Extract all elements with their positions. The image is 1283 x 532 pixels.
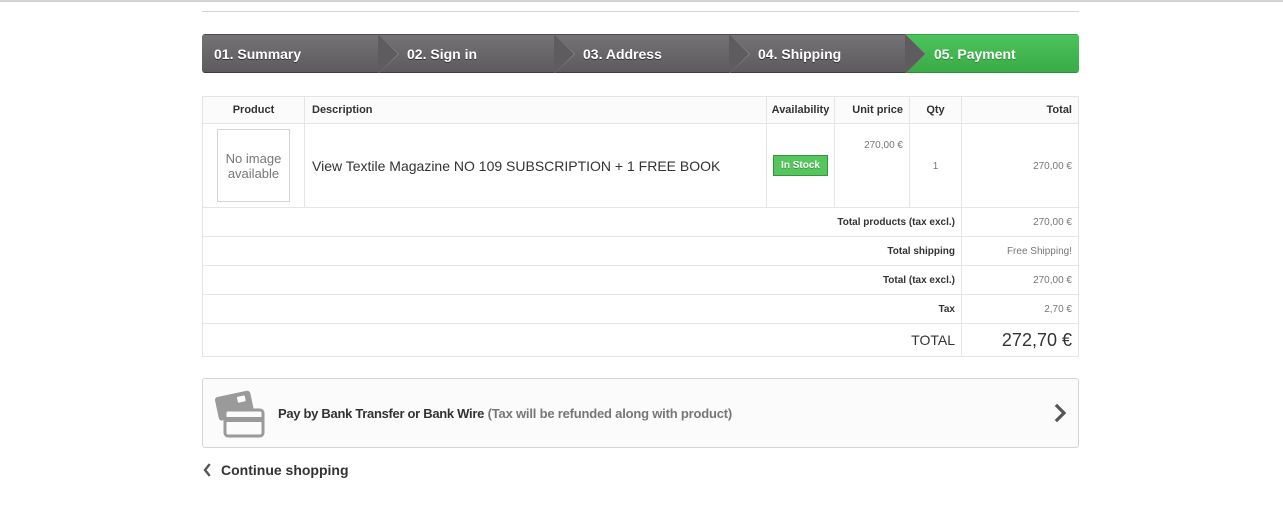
no-image-text: available <box>227 165 280 181</box>
summary-row-grand-total: TOTAL 272,70 € <box>202 323 1079 357</box>
header-availability: Availability <box>766 96 835 124</box>
header-qty: Qty <box>909 96 962 124</box>
continue-shopping-link[interactable]: Continue shopping <box>202 461 349 479</box>
cart-summary-table: Product Description Availability Unit pr… <box>202 96 1079 357</box>
total-products-value: 270,00 € <box>961 207 1079 237</box>
no-image-text: No image <box>225 150 282 166</box>
total-shipping-value: Free Shipping! <box>961 236 1079 266</box>
product-name-link[interactable]: View Textile Magazine NO 109 SUBSCRIPTIO… <box>312 158 720 174</box>
table-header-row: Product Description Availability Unit pr… <box>202 96 1079 124</box>
header-unit-price: Unit price <box>834 96 910 124</box>
credit-card-icon <box>214 390 265 438</box>
summary-row-tax: Tax 2,70 € <box>202 294 1079 324</box>
step-shipping[interactable]: 04. Shipping <box>729 34 926 73</box>
header-total: Total <box>961 96 1079 124</box>
payment-method-name: Pay by Bank Transfer or Bank Wire <box>278 406 485 421</box>
line-total: 270,00 € <box>1033 160 1072 172</box>
step-summary[interactable]: 01. Summary <box>202 34 399 73</box>
chevron-right-icon <box>1054 403 1067 423</box>
table-row: No image available View Textile Magazine… <box>202 123 1079 208</box>
line-total-cell: 270,00 € <box>961 123 1079 208</box>
step-label: 01. Summary <box>214 46 302 62</box>
qty-cell: 1 <box>909 123 962 208</box>
step-label: 05. Payment <box>934 46 1016 62</box>
summary-row-total-tax-excl: Total (tax excl.) 270,00 € <box>202 265 1079 295</box>
total-tax-excl-label: Total (tax excl.) <box>202 265 962 295</box>
step-label: 03. Address <box>583 46 662 62</box>
step-arrow <box>554 34 574 73</box>
header-product: Product <box>202 96 305 124</box>
step-sign-in[interactable]: 02. Sign in <box>378 34 575 73</box>
summary-row-shipping: Total shipping Free Shipping! <box>202 236 1079 266</box>
step-label: 04. Shipping <box>758 46 842 62</box>
step-label: 02. Sign in <box>407 46 478 62</box>
total-shipping-label: Total shipping <box>202 236 962 266</box>
chevron-left-icon <box>203 463 211 477</box>
checkout-steps: 01. Summary 02. Sign in 03. Address 04. … <box>202 34 1079 73</box>
step-arrow <box>905 34 925 73</box>
payment-option-text[interactable]: Pay by Bank Transfer or Bank Wire (Tax w… <box>278 406 732 421</box>
unit-price-cell: 270,00 € <box>834 123 910 208</box>
payment-method-note: (Tax will be refunded along with product… <box>487 406 733 421</box>
tax-label: Tax <box>202 294 962 324</box>
step-arrow <box>378 34 398 73</box>
divider <box>202 11 1079 12</box>
step-payment[interactable]: 05. Payment <box>905 34 1079 73</box>
step-arrow <box>729 34 749 73</box>
grand-total-label: TOTAL <box>202 323 962 357</box>
continue-shopping-label: Continue shopping <box>221 462 349 478</box>
product-image-cell: No image available <box>202 123 305 208</box>
step-address[interactable]: 03. Address <box>554 34 750 73</box>
in-stock-badge: In Stock <box>773 155 828 176</box>
total-tax-excl-value: 270,00 € <box>961 265 1079 295</box>
product-image-placeholder[interactable]: No image available <box>217 129 290 202</box>
total-products-label: Total products (tax excl.) <box>202 207 962 237</box>
unit-price: 270,00 € <box>864 139 903 151</box>
availability-cell: In Stock <box>766 123 835 208</box>
quantity: 1 <box>932 160 939 172</box>
top-border <box>0 0 1283 2</box>
payment-option-bankwire[interactable]: Pay by Bank Transfer or Bank Wire (Tax w… <box>202 378 1079 448</box>
header-description: Description <box>304 96 767 124</box>
grand-total-value: 272,70 € <box>961 323 1079 357</box>
product-description-cell: View Textile Magazine NO 109 SUBSCRIPTIO… <box>304 123 767 208</box>
summary-row-total-products: Total products (tax excl.) 270,00 € <box>202 207 1079 237</box>
tax-value: 2,70 € <box>961 294 1079 324</box>
